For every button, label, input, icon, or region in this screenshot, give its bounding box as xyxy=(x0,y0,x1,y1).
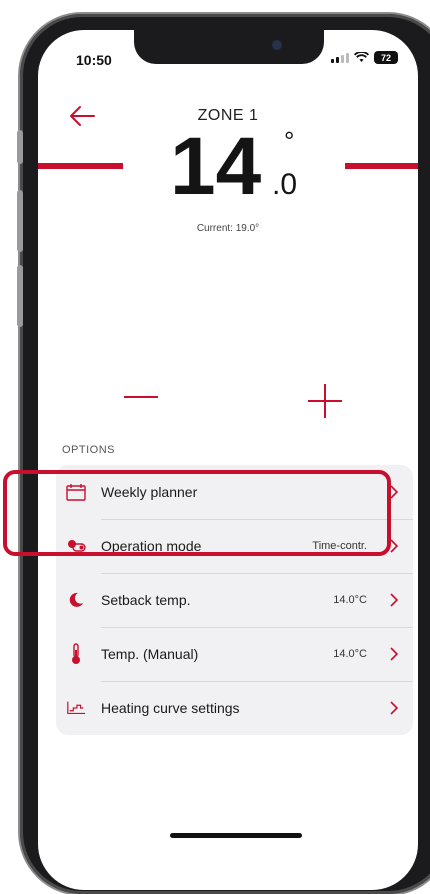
signal-icon xyxy=(331,52,349,63)
phone-side-button xyxy=(17,130,23,164)
thermometer-icon xyxy=(66,643,86,664)
phone-volume-down-button xyxy=(17,265,23,327)
phone-volume-up-button xyxy=(17,190,23,252)
option-label: Temp. (Manual) xyxy=(101,646,199,662)
option-value: 14.0°C xyxy=(333,648,367,660)
options-section-label: OPTIONS xyxy=(62,444,116,456)
temp-range-bar-right xyxy=(345,163,418,169)
chevron-right-icon xyxy=(390,701,399,715)
temp-range-bar-left xyxy=(38,163,123,169)
heating-curve-icon xyxy=(66,698,86,718)
option-heating-curve-settings[interactable]: Heating curve settings xyxy=(56,681,413,735)
option-label: Setback temp. xyxy=(101,592,191,608)
option-setback-temp[interactable]: Setback temp. 14.0°C xyxy=(56,573,413,627)
degree-symbol: ° xyxy=(284,126,295,156)
set-temperature: 14 xyxy=(170,121,262,212)
option-label: Heating curve settings xyxy=(101,700,240,716)
chevron-right-icon xyxy=(390,647,399,661)
status-time: 10:50 xyxy=(76,52,112,68)
app-screen: 10:50 72 ZONE 1 14 ° .0 Current: 19.0° O… xyxy=(38,30,418,890)
minus-icon xyxy=(124,396,158,398)
moon-icon xyxy=(66,590,86,610)
current-temperature: Current: 19.0° xyxy=(196,223,260,234)
highlight-box-operation-mode xyxy=(3,470,391,556)
wifi-icon xyxy=(354,52,369,62)
camera-icon xyxy=(272,40,282,50)
chevron-right-icon xyxy=(390,593,399,607)
increase-temperature-button[interactable] xyxy=(308,384,342,418)
status-icons: 72 xyxy=(331,51,398,64)
home-indicator xyxy=(170,833,302,838)
decrease-temperature-button[interactable] xyxy=(124,392,158,402)
option-temp-manual[interactable]: Temp. (Manual) 14.0°C xyxy=(56,627,413,681)
notch xyxy=(134,30,324,64)
option-value: 14.0°C xyxy=(333,594,367,606)
set-temperature-decimal: .0 xyxy=(272,168,298,201)
battery-icon: 72 xyxy=(374,51,398,64)
